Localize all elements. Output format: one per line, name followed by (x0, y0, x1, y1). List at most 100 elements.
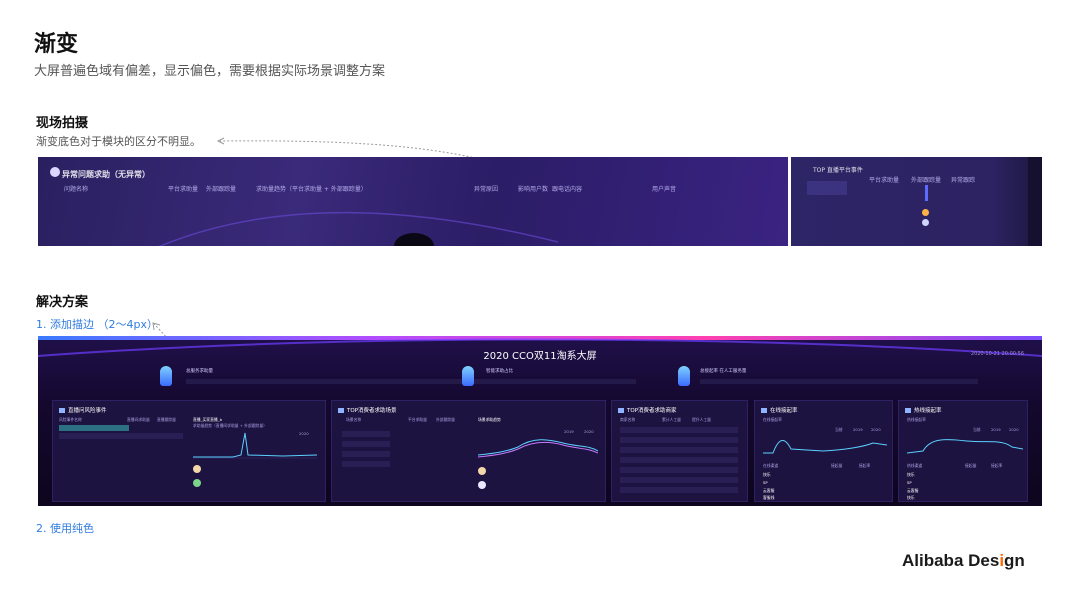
headset-icon (338, 408, 344, 413)
panel-chart (907, 439, 1023, 454)
photo-text: 外部跟踪量 (206, 186, 237, 193)
phone-icon (905, 408, 911, 413)
panel-label: 热线渠道 (907, 463, 923, 468)
panel-row (620, 447, 738, 453)
panel-label: SP (907, 480, 912, 485)
kpi-bar (186, 379, 486, 384)
panel-label: 云客服 (907, 488, 919, 493)
onsite-photo-left: 异常问题求助（无异常） 问题名称 平台求助量 外部跟踪量 求助量趋势（平台求助量… (38, 157, 788, 246)
panel-row (620, 467, 738, 473)
panel-label: 在线接起率 (763, 417, 782, 422)
panel-online-rate: 在线接起率 在线接起率 当前 2019 2020 在线渠道 接起量 接起率 快乐… (754, 400, 893, 502)
panel-label: 2020 (871, 427, 881, 432)
kpi-bar (700, 379, 978, 384)
onsite-photo-right: TOP 直播平台事件 平台求助量 外部跟踪量 异常跟踪 (791, 157, 1042, 246)
avatar (478, 467, 486, 475)
kpi-label: 智能求助占比 (486, 369, 513, 374)
photo-text: 跟电话内容 (552, 186, 583, 193)
brand-logo: Alibaba Design (902, 551, 1025, 570)
panel-top-merchants: TOP消费者求助商家 商家名称 累计人工量 提升人工量 (611, 400, 748, 502)
photo-edge (1028, 157, 1042, 246)
section-solution-heading: 解决方案 (36, 295, 89, 310)
panel-row (620, 477, 738, 483)
panel-row (59, 433, 183, 439)
tv-icon (59, 408, 65, 413)
panel-row (59, 425, 129, 431)
photo-text: 异常跟踪 (951, 177, 976, 184)
kpi-block: 智能求助占比 (462, 366, 702, 388)
panel-label: 累计人工量 (662, 417, 681, 422)
dashboard-title: 2020 CCO双11淘系大屏 (483, 351, 597, 362)
panel-row (620, 437, 738, 443)
avatar (193, 479, 201, 487)
panel-label: 2019 (853, 427, 863, 432)
page-subtitle: 大屏普遍色域有偏差，显示偏色，需要根据实际场景调整方案 (34, 64, 386, 79)
photo-text: 平台求助量 (168, 186, 199, 193)
panel-label: 2020 (1009, 427, 1019, 432)
kpi-icon (678, 366, 690, 386)
avatar (478, 481, 486, 489)
photo-text: 影响用户数 (518, 186, 549, 193)
section-onsite-heading: 现场拍摄 (36, 116, 89, 131)
panel-label: 接起率 (859, 463, 871, 468)
store-icon (618, 408, 624, 413)
avatar (193, 465, 201, 473)
panel-label: 快乐 (907, 495, 915, 500)
photo-text: 外部跟踪量 (911, 177, 942, 184)
photo-block (807, 181, 847, 195)
panel-label: 直播跟踪量 (157, 417, 176, 422)
kpi-icon (462, 366, 474, 386)
panel-label: 客服线 (763, 495, 775, 500)
panel-row (620, 487, 738, 493)
photo-text: 异常问题求助（无异常） (62, 170, 150, 179)
panel-label: 快乐 (763, 472, 771, 477)
panel-label: 求助量趋势（直播间求助量 + 外部跟踪量） (193, 423, 267, 428)
panel-label: 热线接起率 (907, 417, 926, 422)
panel-label: 接起量 (965, 463, 977, 468)
panel-title: 直播问风险事件 (59, 406, 107, 414)
photo-dot (922, 209, 929, 216)
photo-text: 用户声音 (652, 186, 677, 193)
photo-text: TOP 直播平台事件 (813, 167, 863, 174)
panel-label: 平台求助量 (408, 417, 427, 422)
dashboard-screenshot: 2020 CCO双11淘系大屏 2020-10-21 20:00:56 总服务求… (38, 336, 1042, 506)
panel-label: 在线渠道 (763, 463, 779, 468)
panel-chart (193, 432, 317, 459)
panel-label: 接起量 (831, 463, 843, 468)
panel-title: TOP消费者求助场景 (338, 406, 397, 414)
panel-title: 在线接起率 (761, 406, 798, 414)
panel-label: 外部跟踪量 (436, 417, 455, 422)
photo-bar (925, 185, 928, 201)
kpi-label: 总接起率 在人工服务量 (700, 369, 747, 374)
panel-live-risk: 直播问风险事件 风险事件名称 直播间求助量 直播跟踪量 直播_买家直播_b 求助… (52, 400, 326, 502)
photo-text: 平台求助量 (869, 177, 900, 184)
photo-dot (922, 219, 929, 226)
panel-label: 风险事件名称 (59, 417, 82, 422)
panel-label: 场景名称 (346, 417, 362, 422)
panel-label: 场景求助趋势 (478, 417, 501, 422)
panel-title: 热线接起率 (905, 406, 942, 414)
panel-chart (478, 439, 598, 458)
panel-chart (763, 440, 887, 454)
panel-label: 云客服 (763, 488, 775, 493)
page-title: 渐变 (34, 32, 79, 57)
panel-label: 商家名称 (620, 417, 636, 422)
panel-label: 接起率 (991, 463, 1003, 468)
dashboard-time: 2020-10-21 20:00:56 (970, 351, 1024, 357)
kpi-block: 总服务求助量 (160, 366, 500, 388)
panel-row (342, 441, 390, 447)
solution-option-2: 2. 使用纯色 (36, 522, 94, 535)
panel-title: TOP消费者求助商家 (618, 406, 677, 414)
kpi-label: 总服务求助量 (186, 369, 213, 374)
kpi-icon (160, 366, 172, 386)
panel-label: SP (763, 480, 768, 485)
panel-label: 提升人工量 (692, 417, 711, 422)
panel-row (620, 427, 738, 433)
kpi-bar (486, 379, 636, 384)
kpi-block: 总接起率 在人工服务量 (678, 366, 1008, 388)
panel-hotline-rate: 热线接起率 热线接起率 当前 2019 2020 热线渠道 接起量 接起率 快乐… (898, 400, 1028, 502)
panel-label: 2019 (991, 427, 1001, 432)
panel-top-scenarios: TOP消费者求助场景 场景名称 平台求助量 外部跟踪量 场景求助趋势 2019 … (331, 400, 606, 502)
panel-row (620, 457, 738, 463)
photo-glow (158, 211, 558, 246)
